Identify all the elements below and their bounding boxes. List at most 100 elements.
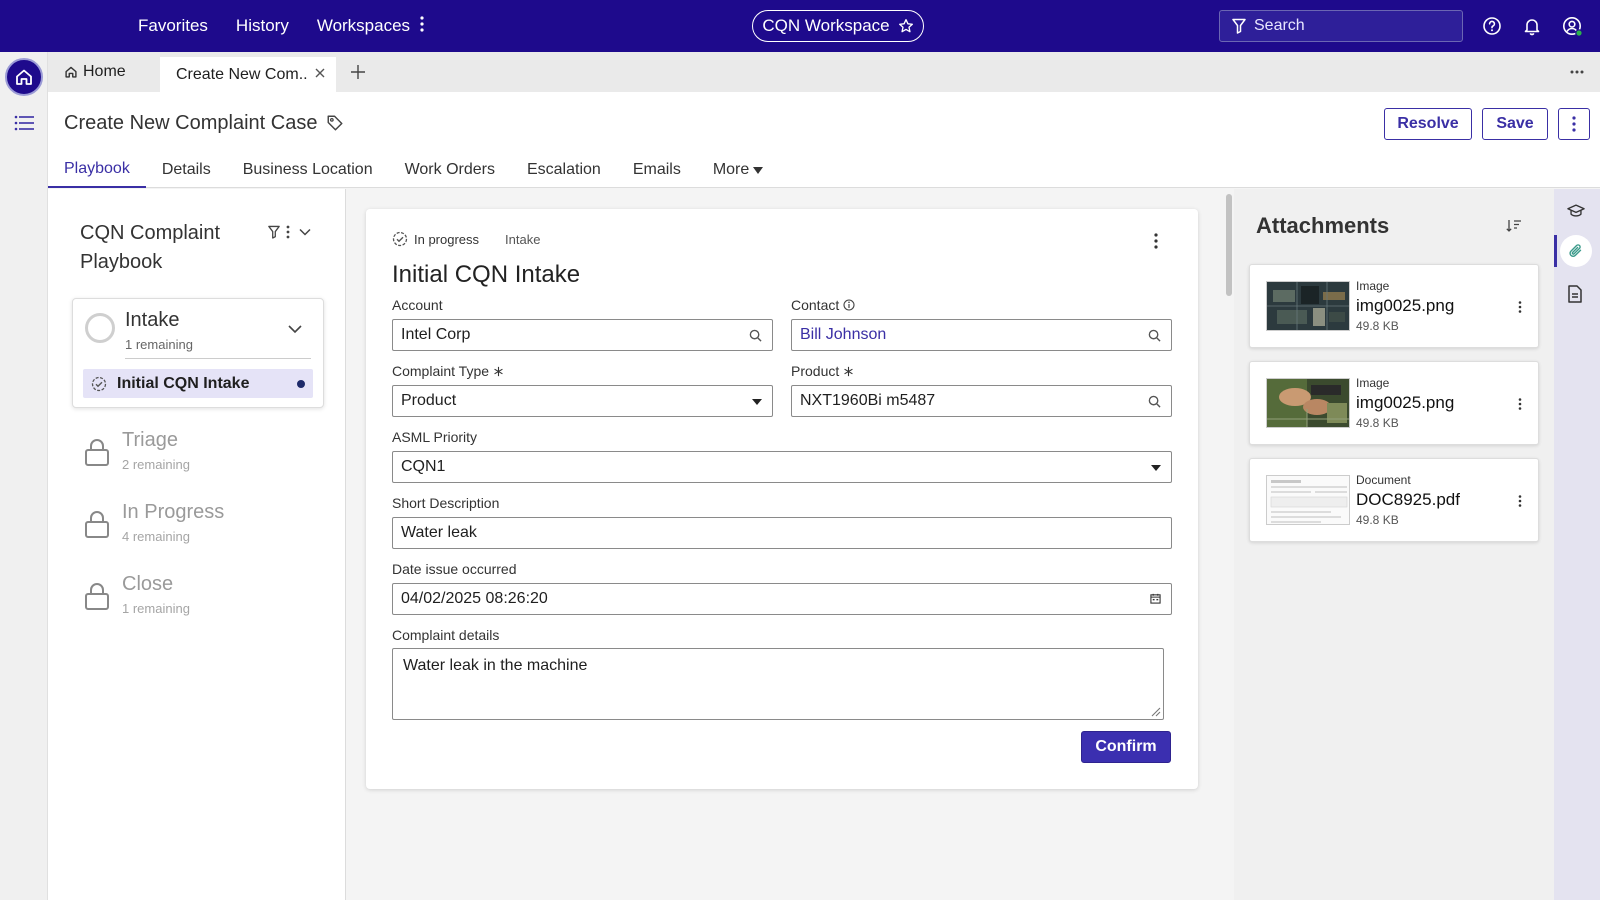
filter-icon[interactable] (268, 225, 280, 239)
kebab-icon[interactable] (286, 225, 290, 239)
home-button[interactable] (5, 58, 43, 96)
attachment-name: DOC8925.pdf (1356, 490, 1460, 509)
help-icon[interactable] (1482, 16, 1502, 36)
attachments-rail-button[interactable] (1560, 235, 1592, 267)
step-initial-cqn-intake[interactable]: Initial CQN Intake (83, 369, 313, 398)
plus-icon[interactable] (350, 64, 366, 80)
tab-business-location[interactable]: Business Location (227, 152, 389, 188)
workspace-switcher[interactable]: CQN Workspace (752, 10, 924, 42)
date-input[interactable]: 04/02/2025 08:26:20 (392, 583, 1172, 615)
search-icon[interactable] (1148, 329, 1161, 342)
home-icon (64, 65, 78, 79)
tab-details[interactable]: Details (146, 152, 227, 188)
tab-active-label: Create New Com.. (176, 65, 308, 83)
required-asterisk-icon (843, 366, 854, 377)
complaint-type-select[interactable]: Product (392, 385, 773, 417)
nav-workspaces[interactable]: Workspaces (317, 16, 410, 36)
caret-down-icon (1151, 465, 1161, 471)
tab-home-label: Home (83, 63, 126, 80)
contact-value[interactable]: Bill Johnson (800, 326, 886, 344)
lock-icon (84, 581, 110, 611)
paperclip-icon (1568, 243, 1584, 259)
info-icon[interactable] (843, 299, 855, 311)
resize-grip-icon[interactable] (1149, 705, 1161, 717)
tag-icon[interactable] (326, 114, 344, 132)
user-icon[interactable] (1562, 16, 1583, 37)
kebab-icon[interactable] (1154, 233, 1158, 249)
chevron-down-icon[interactable] (298, 225, 312, 239)
account-value: Intel Corp (401, 326, 471, 343)
chevron-down-icon[interactable] (287, 321, 303, 337)
menu-icon[interactable] (14, 115, 34, 131)
kebab-icon[interactable] (1518, 301, 1522, 313)
complaint-details-label-text: Complaint details (392, 627, 500, 643)
step-active-dot (297, 380, 305, 388)
document-icon[interactable] (1567, 285, 1583, 303)
required-asterisk-icon (493, 366, 504, 377)
attachment-thumbnail (1266, 475, 1350, 525)
complaint-details-textarea[interactable]: Water leak in the machine (392, 648, 1164, 720)
tab-create-new-complaint[interactable]: Create New Com.. (160, 57, 336, 92)
attachment-kind: Image (1356, 376, 1390, 390)
header-more-button[interactable] (1558, 108, 1590, 140)
tab-more[interactable]: More (697, 152, 779, 188)
calendar-icon[interactable] (1150, 593, 1161, 604)
stage-count: 1 remaining (125, 337, 193, 352)
attachment-item[interactable]: Image img0025.png 49.8 KB (1249, 361, 1539, 445)
workspace-name: CQN Workspace (762, 16, 890, 35)
search-icon[interactable] (1148, 395, 1161, 408)
stage-card-intake[interactable]: Intake 1 remaining Initial CQN Intake (72, 298, 324, 408)
page-header: Create New Complaint Case Resolve Save P… (48, 92, 1600, 188)
status-text: In progress (414, 231, 480, 247)
account-label: Account (392, 297, 443, 313)
stage-count: 4 remaining (122, 529, 190, 544)
divider (125, 358, 311, 359)
kebab-icon[interactable] (1518, 495, 1522, 507)
product-field[interactable]: NXT1960Bi m5487 (791, 385, 1172, 417)
tab-emails[interactable]: Emails (617, 152, 697, 188)
attachment-name: img0025.png (1356, 296, 1455, 315)
caret-down-icon (753, 166, 764, 174)
playbook-panel: CQN Complaint Playbook Intake 1 remainin… (48, 189, 346, 900)
top-more-kebab-icon[interactable] (420, 16, 424, 32)
attachment-item[interactable]: Image img0025.png 49.8 KB (1249, 264, 1539, 348)
stage-progress-ring (85, 313, 115, 343)
top-bar: Favorites History Workspaces CQN Workspa… (0, 0, 1600, 52)
kebab-icon[interactable] (1518, 398, 1522, 410)
global-search-input[interactable]: Search (1219, 10, 1463, 42)
graduation-cap-icon[interactable] (1567, 203, 1585, 219)
complaint-type-label: Complaint Type (392, 363, 504, 379)
page-title: Create New Complaint Case (64, 112, 318, 134)
tab-playbook[interactable]: Playbook (48, 152, 146, 188)
nav-history[interactable]: History (236, 16, 289, 36)
date-label: Date issue occurred (392, 561, 517, 577)
confirm-button[interactable]: Confirm (1081, 731, 1171, 763)
account-field[interactable]: Intel Corp (392, 319, 773, 351)
priority-select[interactable]: CQN1 (392, 451, 1172, 483)
close-icon[interactable] (314, 67, 326, 79)
stage-in-progress[interactable]: In Progress 4 remaining (84, 501, 304, 551)
tab-home[interactable]: Home (64, 52, 126, 92)
bell-icon[interactable] (1522, 16, 1542, 36)
lock-icon (84, 437, 110, 467)
sort-icon[interactable] (1506, 219, 1522, 233)
tab-work-orders[interactable]: Work Orders (389, 152, 511, 188)
resolve-button[interactable]: Resolve (1384, 108, 1472, 140)
ellipsis-icon[interactable] (1570, 70, 1584, 74)
stage-text: Intake (505, 231, 541, 247)
search-icon[interactable] (749, 329, 762, 342)
nav-favorites[interactable]: Favorites (138, 16, 208, 36)
stage-triage[interactable]: Triage 2 remaining (84, 429, 304, 479)
short-description-input[interactable]: Water leak (392, 517, 1172, 549)
short-description-value: Water leak (401, 524, 477, 541)
save-button[interactable]: Save (1482, 108, 1548, 140)
attachment-item[interactable]: Document DOC8925.pdf 49.8 KB (1249, 458, 1539, 542)
tab-more-label: More (712, 161, 750, 178)
scrollbar-thumb[interactable] (1226, 194, 1232, 296)
contact-label-text: Contact (791, 297, 840, 313)
contact-field[interactable]: Bill Johnson (791, 319, 1172, 351)
star-icon[interactable] (898, 18, 914, 34)
stage-close[interactable]: Close 1 remaining (84, 573, 304, 623)
tab-escalation[interactable]: Escalation (511, 152, 617, 188)
attachment-thumbnail (1266, 281, 1350, 331)
